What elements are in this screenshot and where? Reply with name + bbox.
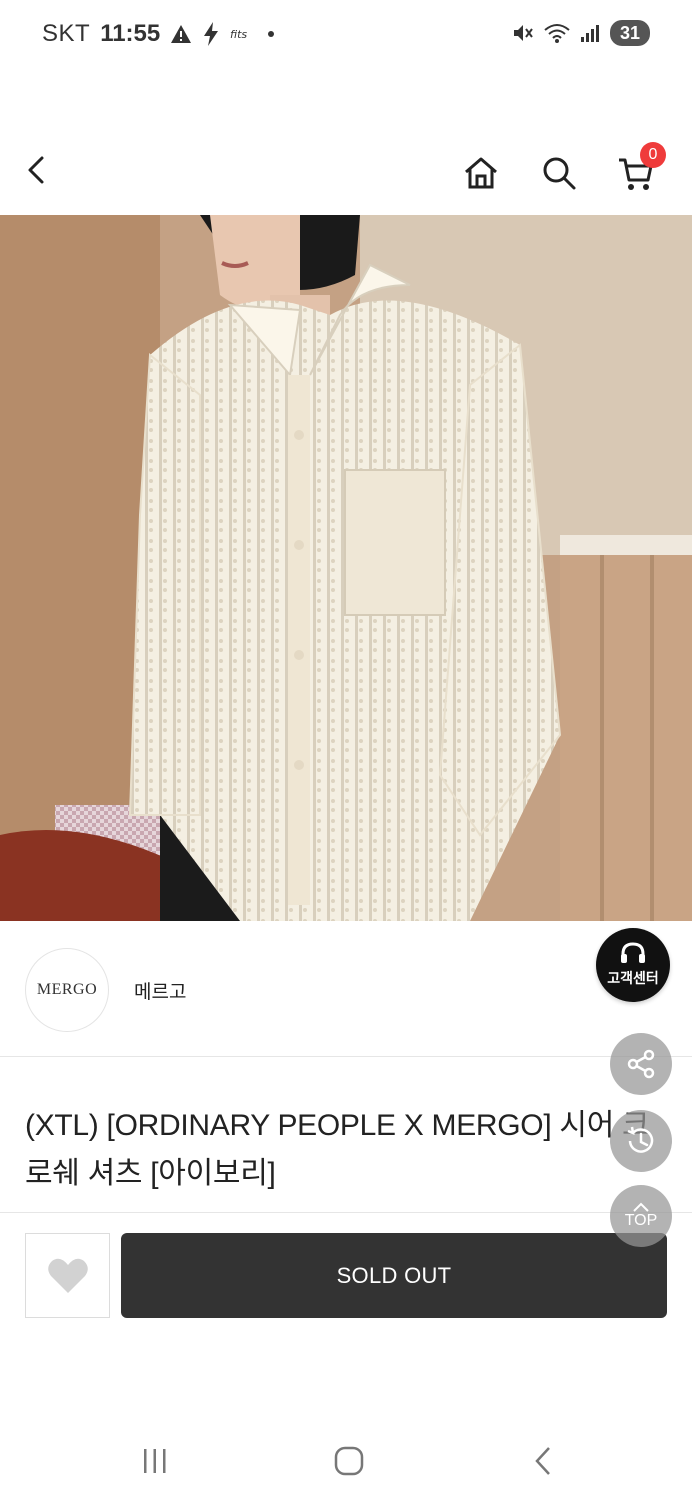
- battery-indicator: 31: [609, 20, 650, 46]
- status-right: 31: [512, 20, 650, 46]
- status-left: SKT 11:55 fits: [42, 20, 276, 48]
- product-title: (XTL) [ORDINARY PEOPLE X MERGO] 시어 크로쉐 셔…: [25, 1109, 650, 1190]
- header: 0: [0, 130, 692, 210]
- nav-home-icon[interactable]: [333, 1445, 365, 1477]
- back-arrow-icon[interactable]: [18, 150, 54, 190]
- top-label: TOP: [624, 1212, 658, 1229]
- recent-history-button[interactable]: [610, 1110, 672, 1172]
- status-bar: SKT 11:55 fits 31: [0, 0, 692, 72]
- nav-back-icon[interactable]: [530, 1445, 556, 1477]
- mute-icon: [513, 25, 533, 41]
- product-image[interactable]: [0, 215, 692, 921]
- customer-center-label: 고객센터: [607, 970, 659, 986]
- warning-icon: [171, 25, 192, 43]
- scroll-top-button[interactable]: TOP: [610, 1185, 672, 1247]
- recent-apps-icon[interactable]: [140, 1446, 170, 1476]
- clock: 11:55: [100, 20, 161, 47]
- svg-text:fits: fits: [230, 28, 247, 41]
- brand-name[interactable]: 메르고: [134, 977, 186, 1004]
- dot-icon: [268, 31, 275, 37]
- carrier-label: SKT: [42, 20, 91, 47]
- brand-row[interactable]: MERGO 메르고: [0, 922, 692, 1057]
- app-icon: fits: [230, 28, 247, 41]
- product-title-section: (XTL) [ORDINARY PEOPLE X MERGO] 시어 크로쉐 셔…: [0, 1058, 692, 1213]
- sold-out-button[interactable]: SOLD OUT: [121, 1233, 667, 1318]
- home-icon[interactable]: [462, 154, 500, 192]
- wifi-icon: [544, 24, 570, 43]
- system-nav-bar: [0, 1420, 692, 1500]
- search-icon[interactable]: [540, 154, 578, 192]
- history-icon: [627, 1126, 654, 1153]
- product-photo: [0, 215, 692, 921]
- share-icon: [627, 1049, 655, 1079]
- wishlist-button[interactable]: [25, 1233, 110, 1318]
- signal-icon: [580, 25, 599, 42]
- arrow-up-icon: [633, 1202, 649, 1212]
- customer-center-button[interactable]: 고객센터: [596, 928, 670, 1002]
- bolt-icon: [204, 22, 219, 46]
- headset-icon: [621, 942, 645, 963]
- cart-count-badge: 0: [640, 142, 666, 168]
- share-button[interactable]: [610, 1033, 672, 1095]
- heart-icon: [47, 1258, 88, 1293]
- brand-logo[interactable]: MERGO: [25, 948, 109, 1032]
